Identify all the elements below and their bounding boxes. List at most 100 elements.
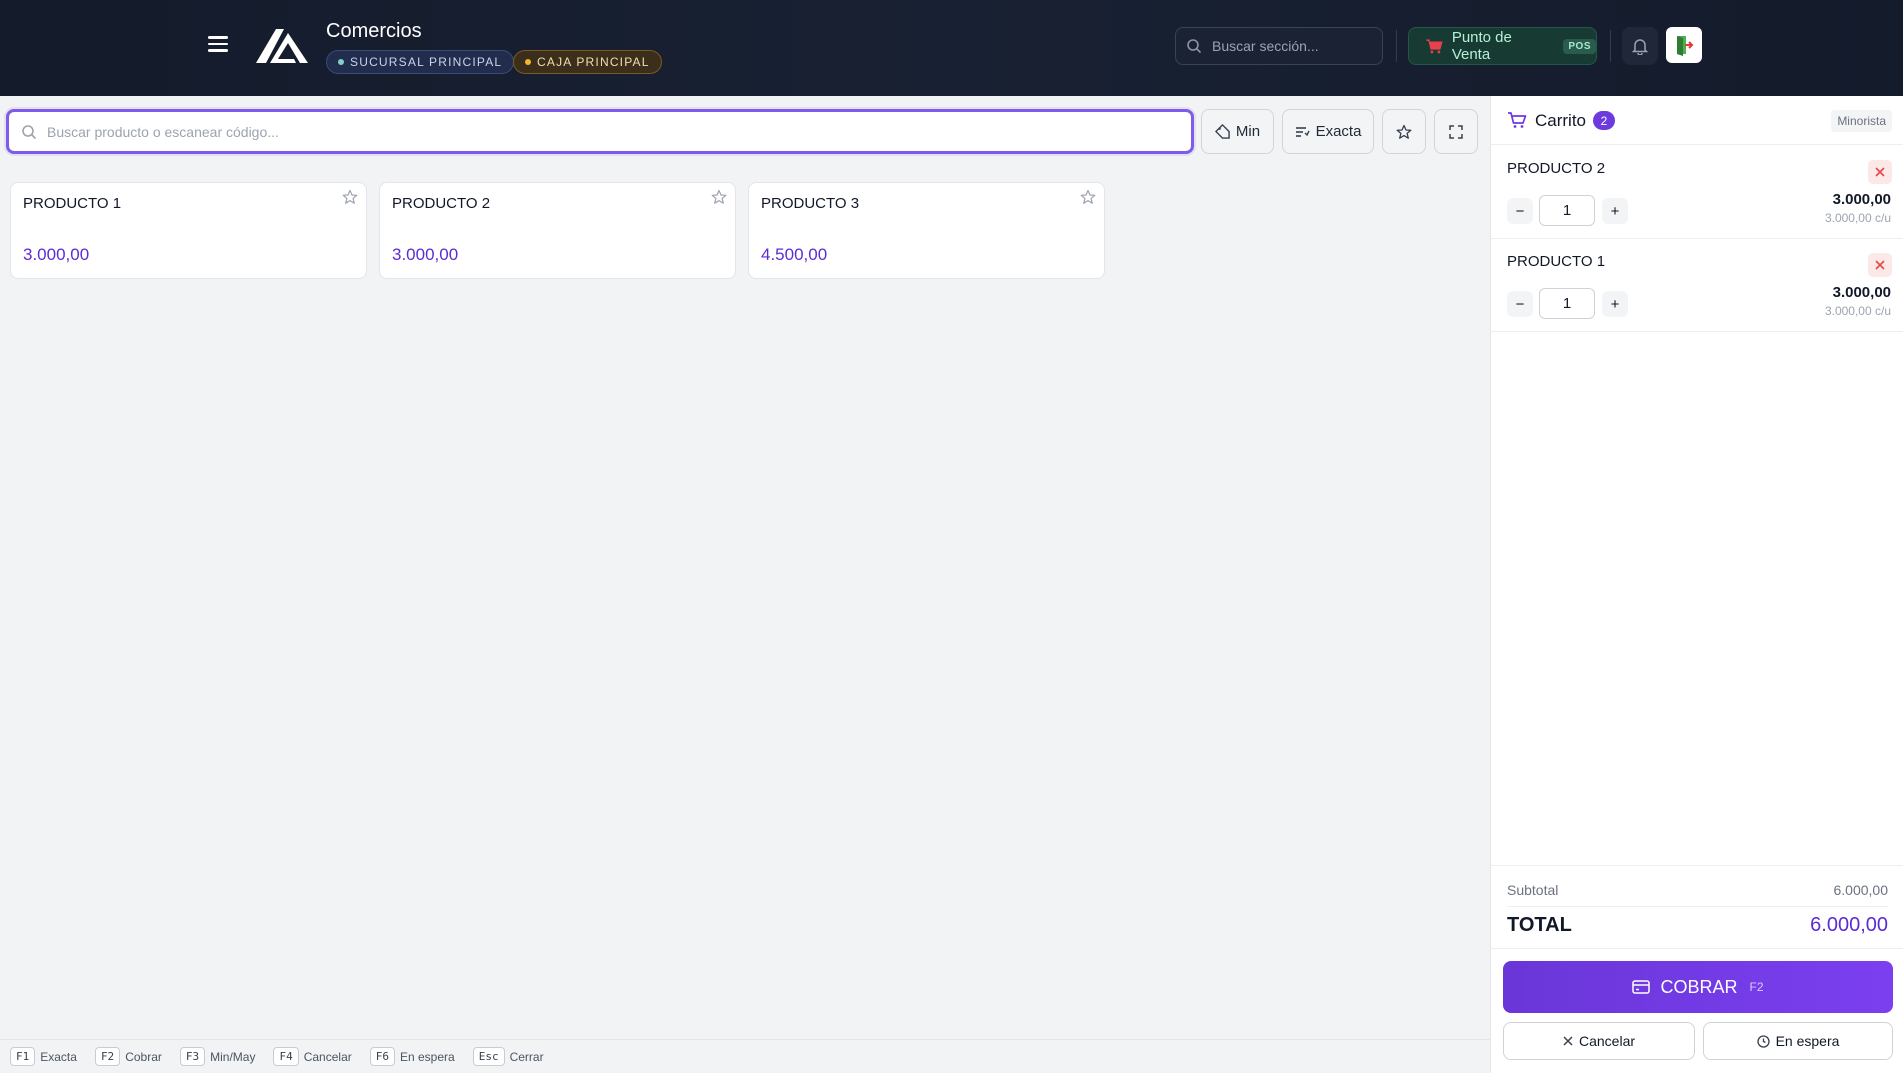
section-search-input[interactable] bbox=[1212, 38, 1372, 54]
product-search[interactable] bbox=[6, 109, 1194, 154]
product-name: PRODUCTO 1 bbox=[23, 195, 122, 212]
shortcut-esc: Esc Cerrar bbox=[472, 1047, 544, 1066]
product-search-input[interactable] bbox=[47, 123, 1147, 140]
shortcut-bar: F1 Exacta F2 Cobrar F3 Min/May F4 Cancelar F… bbox=[0, 1039, 1490, 1073]
product-price: 3.000,00 bbox=[392, 245, 459, 264]
cancel-label: Cancelar bbox=[1578, 1033, 1636, 1049]
pos-button[interactable]: Punto de Venta POS bbox=[1408, 27, 1597, 65]
shortcut-label: Cancelar bbox=[303, 1049, 352, 1064]
shortcut-label: Cobrar bbox=[125, 1049, 162, 1064]
close-icon bbox=[1563, 1036, 1573, 1046]
cart-header: Carrito 2 Minorista bbox=[1491, 96, 1903, 145]
cart-item: PRODUCTO 1 − + 3.000,00 3.000,00 c/u bbox=[1491, 239, 1903, 332]
close-icon bbox=[1875, 167, 1885, 177]
shortcut-f3: F3 Min/May bbox=[179, 1047, 256, 1066]
shortcut-label: En espera bbox=[400, 1049, 455, 1064]
search-icon bbox=[1187, 39, 1202, 54]
divider bbox=[1491, 948, 1903, 949]
cart-icon bbox=[1508, 112, 1527, 128]
product-price: 4.500,00 bbox=[761, 245, 828, 264]
shortcut-label: Cerrar bbox=[509, 1049, 544, 1064]
price-mode-button[interactable]: Min bbox=[1201, 109, 1274, 154]
shortcut-key: F1 bbox=[10, 1047, 36, 1066]
product-name: PRODUCTO 2 bbox=[392, 195, 491, 212]
shortcut-key: F2 bbox=[94, 1047, 121, 1066]
filter-lines-icon bbox=[1295, 126, 1310, 137]
cart-item-total: 3.000,00 bbox=[1832, 284, 1891, 301]
product-card[interactable]: PRODUCTO 3 4.500,00 bbox=[748, 182, 1105, 279]
favorite-star-icon[interactable] bbox=[342, 189, 358, 205]
subtotal-value: 6.000,00 bbox=[1833, 882, 1889, 898]
cart-panel: Carrito 2 Minorista PRODUCTO 2 − + 3.000… bbox=[1490, 96, 1903, 1073]
shortcut-f2: F2 Cobrar bbox=[94, 1047, 162, 1066]
charge-label: COBRAR bbox=[1660, 976, 1738, 997]
pos-tag: POS bbox=[1563, 38, 1596, 54]
cart-item: PRODUCTO 2 − + 3.000,00 3.000,00 c/u bbox=[1491, 146, 1903, 239]
exact-search-button[interactable]: Exacta bbox=[1282, 109, 1374, 154]
cart-icon bbox=[1425, 39, 1443, 54]
shortcut-f4: F4 Cancelar bbox=[273, 1047, 352, 1066]
cart-item-unit-price: 3.000,00 c/u bbox=[1824, 304, 1891, 318]
cart-item-name: PRODUCTO 2 bbox=[1507, 160, 1606, 177]
hold-label: En espera bbox=[1775, 1033, 1840, 1049]
increase-qty-button[interactable]: + bbox=[1602, 291, 1628, 317]
charge-button[interactable]: COBRAR F2 bbox=[1503, 961, 1893, 1013]
fullscreen-button[interactable] bbox=[1434, 109, 1478, 154]
products-panel: Min Exacta PRODUCTO 1 3.000,00 PRODUCTO … bbox=[0, 96, 1490, 1039]
remove-item-button[interactable] bbox=[1868, 160, 1892, 184]
divider bbox=[1396, 30, 1397, 62]
brand-logo bbox=[256, 29, 308, 63]
favorites-button[interactable] bbox=[1382, 109, 1426, 154]
total-value: 6.000,00 bbox=[1810, 914, 1888, 936]
clock-icon bbox=[1756, 1034, 1770, 1048]
decrease-qty-button[interactable]: − bbox=[1507, 291, 1533, 317]
decrease-qty-button[interactable]: − bbox=[1507, 198, 1533, 224]
remove-item-button[interactable] bbox=[1868, 253, 1892, 277]
section-search[interactable] bbox=[1175, 27, 1383, 65]
bell-icon bbox=[1632, 39, 1648, 55]
credit-card-icon bbox=[1632, 980, 1651, 994]
expand-icon bbox=[1449, 124, 1463, 139]
product-name: PRODUCTO 3 bbox=[761, 195, 860, 212]
qty-input[interactable] bbox=[1539, 288, 1595, 319]
logout-button[interactable] bbox=[1666, 27, 1702, 63]
cart-item-unit-price: 3.000,00 c/u bbox=[1824, 211, 1891, 225]
logout-icon bbox=[1677, 36, 1694, 56]
star-icon bbox=[1396, 124, 1412, 139]
brand-name: Comercios bbox=[326, 20, 422, 42]
charge-shortcut: F2 bbox=[1749, 980, 1764, 994]
top-bar: Comercios SUCURSAL PRINCIPAL CAJA PRINCI… bbox=[0, 0, 1903, 96]
cart-title: Carrito bbox=[1535, 111, 1587, 130]
product-card[interactable]: PRODUCTO 2 3.000,00 bbox=[379, 182, 736, 279]
subtotal-label: Subtotal bbox=[1507, 882, 1559, 898]
pos-label: Punto de Venta bbox=[1451, 29, 1512, 63]
qty-input[interactable] bbox=[1539, 195, 1595, 226]
exact-search-label: Exacta bbox=[1315, 123, 1362, 140]
shortcut-label: Min/May bbox=[210, 1049, 256, 1064]
shortcut-label: Exacta bbox=[40, 1049, 77, 1064]
search-icon bbox=[22, 124, 37, 139]
total-row: TOTAL 6.000,00 bbox=[1507, 914, 1888, 937]
close-icon bbox=[1875, 260, 1885, 270]
hamburger-menu-icon[interactable] bbox=[206, 32, 230, 56]
shortcut-f1: F1 Exacta bbox=[10, 1047, 77, 1066]
cash-register-badge: CAJA PRINCIPAL bbox=[513, 50, 662, 74]
hold-sale-button[interactable]: En espera bbox=[1703, 1022, 1893, 1060]
shortcut-key: F6 bbox=[369, 1047, 395, 1066]
divider bbox=[1507, 906, 1888, 907]
notifications-button[interactable] bbox=[1622, 27, 1658, 65]
favorite-star-icon[interactable] bbox=[711, 189, 727, 205]
shortcut-key: F3 bbox=[179, 1047, 206, 1066]
shortcut-key: Esc bbox=[472, 1047, 505, 1066]
cart-item-name: PRODUCTO 1 bbox=[1507, 253, 1606, 270]
total-label: TOTAL bbox=[1507, 914, 1572, 936]
increase-qty-button[interactable]: + bbox=[1602, 198, 1628, 224]
cart-summary: Subtotal 6.000,00 TOTAL 6.000,00 bbox=[1491, 865, 1903, 949]
cancel-sale-button[interactable]: Cancelar bbox=[1503, 1022, 1695, 1060]
divider bbox=[1610, 30, 1611, 62]
price-mode-label: Min bbox=[1235, 123, 1261, 140]
price-tier-badge[interactable]: Minorista bbox=[1831, 110, 1892, 132]
tag-icon bbox=[1214, 124, 1230, 139]
product-card[interactable]: PRODUCTO 1 3.000,00 bbox=[10, 182, 367, 279]
favorite-star-icon[interactable] bbox=[1080, 189, 1096, 205]
